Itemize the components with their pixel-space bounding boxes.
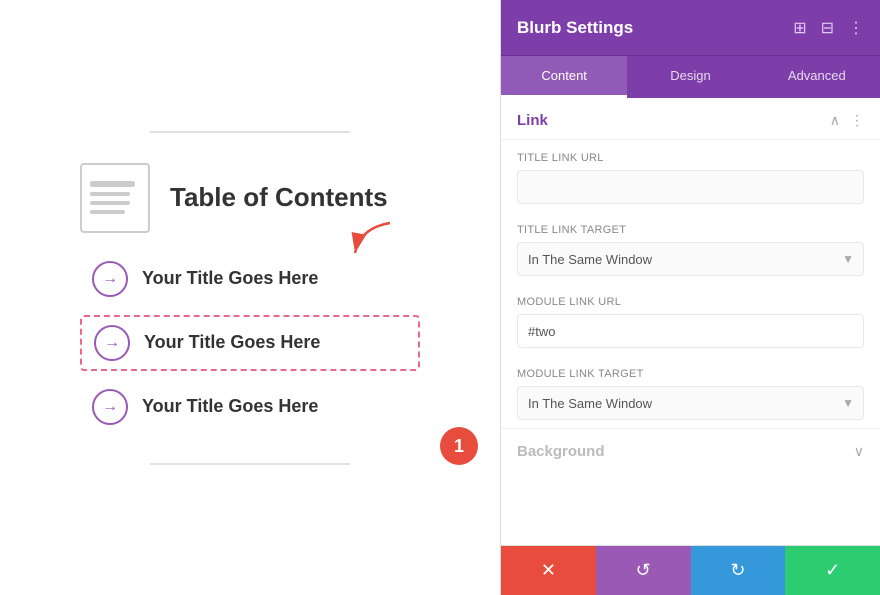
title-link-target-label: Title Link Target xyxy=(517,224,864,236)
title-link-url-label: Title Link URL xyxy=(517,152,864,164)
background-section-title: Background xyxy=(517,443,605,460)
redo-button[interactable]: ↻ xyxy=(691,546,786,595)
toc-arrow-circle-1: → xyxy=(92,261,128,297)
title-link-url-input[interactable] xyxy=(517,170,864,204)
toc-item-label-2: Your Title Goes Here xyxy=(144,332,320,353)
toc-item-label-1: Your Title Goes Here xyxy=(142,268,318,289)
section-header-icons: ∧ ⋮ xyxy=(830,112,864,129)
link-section-header: Link ∧ ⋮ xyxy=(501,98,880,140)
toc-item-1[interactable]: → Your Title Goes Here xyxy=(80,253,420,305)
module-link-target-select[interactable]: In The Same WindowIn A New Tab xyxy=(517,386,864,420)
tab-content[interactable]: Content xyxy=(501,56,627,98)
left-panel: Table of Contents → Your Title Goes Here… xyxy=(0,0,500,595)
toc-items-list: → Your Title Goes Here → Your Title Goes… xyxy=(40,253,460,433)
module-link-target-group: Module Link Target In The Same WindowIn … xyxy=(501,356,880,428)
save-button[interactable]: ✓ xyxy=(785,546,880,595)
toc-title: Table of Contents xyxy=(170,182,388,213)
module-link-url-label: Module Link URL xyxy=(517,296,864,308)
panel-toolbar: ✕ ↺ ↻ ✓ xyxy=(501,545,880,595)
icon-line-4 xyxy=(90,210,125,214)
toc-item-3[interactable]: → Your Title Goes Here xyxy=(80,381,420,433)
step-badge-1: 1 xyxy=(440,427,478,465)
collapse-icon[interactable]: ∧ xyxy=(830,112,840,129)
table-of-contents: Table of Contents → Your Title Goes Here… xyxy=(40,163,460,433)
title-link-target-group: Title Link Target In The Same WindowIn A… xyxy=(501,212,880,284)
module-link-target-label: Module Link Target xyxy=(517,368,864,380)
cancel-button[interactable]: ✕ xyxy=(501,546,596,595)
toc-arrow-circle-2: → xyxy=(94,325,130,361)
tab-design[interactable]: Design xyxy=(627,56,753,98)
panel-content: Link ∧ ⋮ Title Link URL Title Link Targe… xyxy=(501,98,880,545)
module-link-url-group: Module Link URL xyxy=(501,284,880,356)
panel-title: Blurb Settings xyxy=(517,18,633,38)
more-icon[interactable]: ⋮ xyxy=(848,18,864,38)
title-link-url-group: Title Link URL xyxy=(501,140,880,212)
panel-header: Blurb Settings ⊞ ⊟ ⋮ xyxy=(501,0,880,55)
section-more-icon[interactable]: ⋮ xyxy=(850,112,864,129)
module-link-target-wrapper: In The Same WindowIn A New Tab ▼ xyxy=(517,386,864,420)
grid-icon[interactable]: ⊟ xyxy=(821,18,834,38)
toc-icon xyxy=(80,163,150,233)
header-icons: ⊞ ⊟ ⋮ xyxy=(793,18,864,38)
bottom-divider xyxy=(150,463,350,465)
background-collapse-icon[interactable]: ∨ xyxy=(854,443,864,460)
panel-tabs: Content Design Advanced xyxy=(501,55,880,98)
tab-advanced[interactable]: Advanced xyxy=(754,56,880,98)
module-link-url-input[interactable] xyxy=(517,314,864,348)
resize-icon[interactable]: ⊞ xyxy=(793,18,806,38)
toc-item-2[interactable]: → Your Title Goes Here xyxy=(80,315,420,371)
toc-header: Table of Contents xyxy=(80,163,388,233)
top-divider xyxy=(150,131,350,133)
title-link-target-wrapper: In The Same WindowIn A New Tab ▼ xyxy=(517,242,864,276)
toc-item-label-3: Your Title Goes Here xyxy=(142,396,318,417)
title-link-target-select[interactable]: In The Same WindowIn A New Tab xyxy=(517,242,864,276)
undo-button[interactable]: ↺ xyxy=(596,546,691,595)
right-panel: Blurb Settings ⊞ ⊟ ⋮ Content Design Adva… xyxy=(500,0,880,595)
toc-arrow-circle-3: → xyxy=(92,389,128,425)
background-section[interactable]: Background ∨ xyxy=(501,428,880,474)
icon-line-3 xyxy=(90,201,130,205)
icon-line-2 xyxy=(90,192,130,196)
icon-line-1 xyxy=(90,181,135,187)
link-section-title: Link xyxy=(517,112,548,129)
